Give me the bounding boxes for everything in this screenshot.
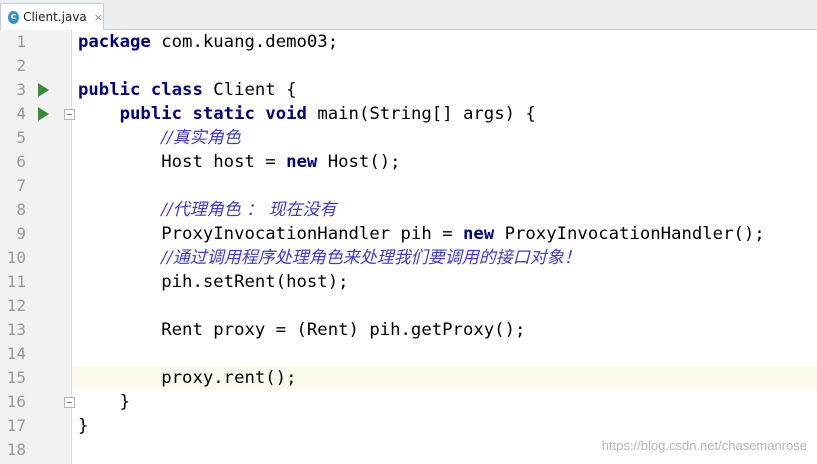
line-number: 10 <box>6 248 26 267</box>
code-line[interactable]: Host host = new Host(); <box>72 150 817 174</box>
close-icon[interactable]: × <box>94 11 103 24</box>
line-number: 16 <box>6 392 26 411</box>
code-editor[interactable]: package com.kuang.demo03; public class Cl… <box>72 30 817 464</box>
code-text: com.kuang.demo03; <box>150 32 339 52</box>
line-number: 18 <box>6 440 26 459</box>
code-comment: //通过调用程序处理角色来处理我们要调用的接口对象！ <box>161 248 581 268</box>
code-keyword: public <box>119 104 183 124</box>
line-number: 2 <box>16 56 26 75</box>
line-number: 13 <box>6 320 26 339</box>
code-line[interactable] <box>72 174 817 198</box>
code-line[interactable]: //真实角色 <box>72 126 817 150</box>
tab-filename: Client.java <box>23 10 87 24</box>
line-number: 9 <box>16 224 26 243</box>
code-keyword: new <box>286 152 318 172</box>
line-number: 1 <box>16 32 26 51</box>
line-number: 6 <box>16 152 26 171</box>
java-class-icon: c <box>8 10 20 24</box>
code-line[interactable]: package com.kuang.demo03; <box>72 30 817 54</box>
code-line[interactable]: //代理角色 ： 现在没有 <box>72 198 817 222</box>
code-keyword: static <box>192 104 255 124</box>
code-line[interactable]: public class Client { <box>72 78 817 102</box>
code-text: ProxyInvocationHandler(); <box>494 224 765 244</box>
code-text: Host(); <box>317 152 401 172</box>
code-text: Host host = <box>78 152 287 172</box>
code-text: pih.setRent(host); <box>78 272 349 292</box>
code-keyword: class <box>150 80 203 100</box>
run-icon[interactable] <box>38 83 49 97</box>
code-line[interactable]: ProxyInvocationHandler pih = new ProxyIn… <box>72 222 817 246</box>
line-number: 11 <box>6 272 26 291</box>
line-number: 7 <box>16 176 26 195</box>
line-number: 17 <box>6 416 26 435</box>
code-text: main(String[] args) { <box>306 104 536 124</box>
code-comment: //真实角色 <box>161 128 241 148</box>
line-number: 15 <box>6 368 26 387</box>
code-line[interactable]: proxy.rent(); <box>72 366 817 390</box>
tab-client-java[interactable]: c Client.java × <box>0 3 104 30</box>
code-line[interactable]: Rent proxy = (Rent) pih.getProxy(); <box>72 318 817 342</box>
line-number: 8 <box>16 200 26 219</box>
line-number: 12 <box>6 296 26 315</box>
run-icon[interactable] <box>38 107 49 121</box>
code-comment: //代理角色 ： 现在没有 <box>161 200 337 220</box>
code-line[interactable]: } <box>72 414 817 438</box>
line-number: 4 <box>16 104 26 123</box>
code-line[interactable]: } <box>72 390 817 414</box>
editor-tab-bar: c Client.java × <box>0 0 817 30</box>
code-keyword: void <box>265 104 307 124</box>
code-line[interactable]: pih.setRent(host); <box>72 270 817 294</box>
line-number-gutter: 1 2 3 4 5 6 7 8 9 10 11 12 13 14 15 16 17 18 <box>0 30 75 464</box>
code-line[interactable] <box>72 294 817 318</box>
code-line[interactable]: //通过调用程序处理角色来处理我们要调用的接口对象！ <box>72 246 817 270</box>
code-text: proxy.rent(); <box>78 368 297 388</box>
code-keyword: new <box>462 224 495 244</box>
code-text: Rent proxy = (Rent) pih.getProxy(); <box>78 320 526 340</box>
code-line[interactable] <box>72 342 817 366</box>
code-keyword: package <box>78 32 151 52</box>
line-number: 5 <box>16 128 26 147</box>
watermark: https://blog.csdn.net/chasemanrose <box>601 438 807 453</box>
code-text: } <box>78 392 131 412</box>
line-number: 14 <box>6 344 26 363</box>
code-keyword: public <box>78 80 141 100</box>
code-line[interactable] <box>72 54 817 78</box>
code-text: Client { <box>202 80 297 100</box>
code-line[interactable]: public static void main(String[] args) { <box>72 102 817 126</box>
code-text: } <box>78 416 89 436</box>
code-text: ProxyInvocationHandler pih = <box>78 224 463 244</box>
line-number: 3 <box>16 80 26 99</box>
